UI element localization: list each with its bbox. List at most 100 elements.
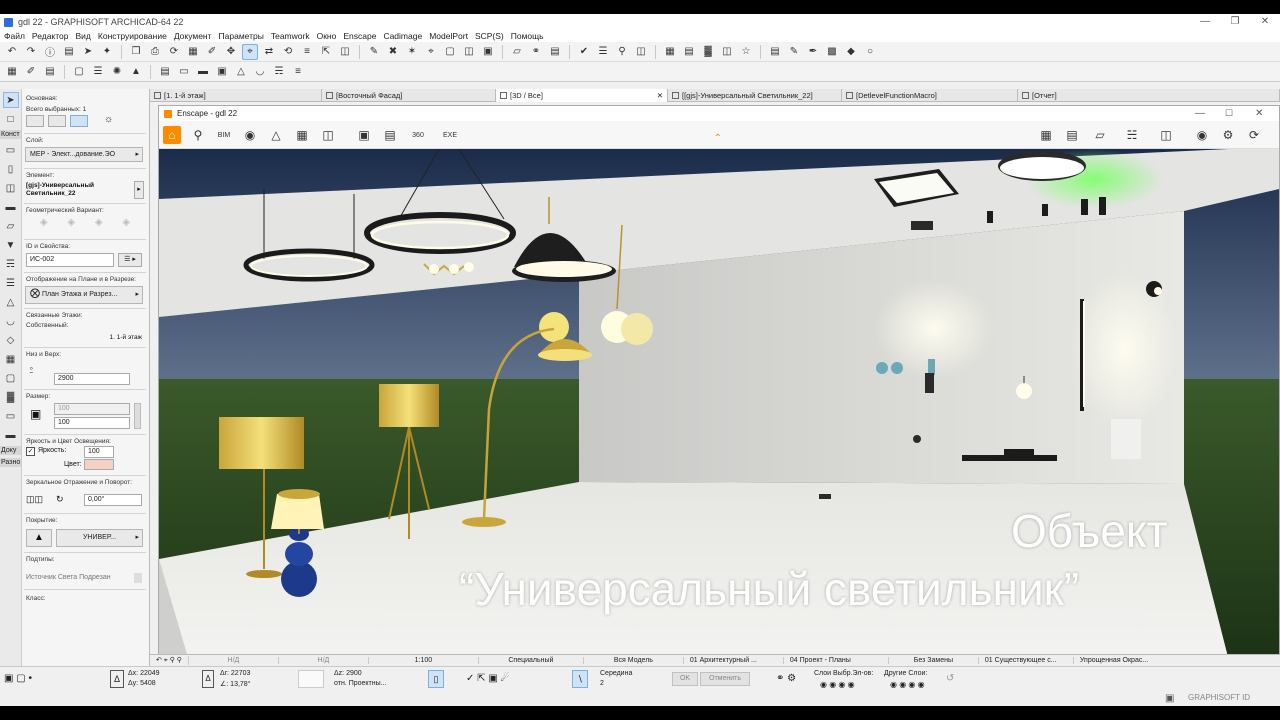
guide-lines-icon[interactable]: ▯	[428, 670, 444, 688]
coord-mode-icon[interactable]: Δ	[110, 670, 124, 688]
toolbox-section-misc[interactable]: Разно	[0, 458, 21, 467]
subtype-button[interactable]	[134, 573, 142, 583]
shell-icon[interactable]: ◡	[3, 313, 19, 329]
diamond-icon[interactable]: ◆	[843, 44, 859, 60]
restore-icon[interactable]: ❐	[1220, 14, 1250, 30]
layer-dropdown[interactable]: MEP - Элект...дование.ЭО	[25, 147, 143, 162]
offset-icon[interactable]: ◫	[337, 44, 353, 60]
select-all-icon[interactable]	[26, 115, 44, 127]
layer-lock-icons[interactable]: ◉ ◉ ◉ ◉	[820, 680, 855, 689]
object-tool-icon[interactable]: ▬	[3, 199, 19, 215]
redo-icon[interactable]: ↷	[23, 44, 39, 60]
stair-icon[interactable]: ☴	[3, 256, 19, 272]
sync-icon[interactable]: ⟳	[1245, 126, 1263, 144]
snap-options-icons[interactable]: ✓ ⇱ ▣ ☄	[466, 673, 510, 684]
panorama-icon[interactable]: 360	[409, 126, 427, 144]
ok-button[interactable]: OK	[672, 672, 698, 686]
arrow-tool-icon[interactable]: ➤	[2, 92, 19, 108]
window-tool-icon[interactable]: ◫	[3, 180, 19, 196]
column-tool-icon[interactable]: ▭	[176, 64, 192, 80]
menu-item[interactable]: ModelPort	[429, 31, 468, 41]
mirror-icon[interactable]: ◫◫	[26, 494, 43, 505]
rotation-field[interactable]: 0,00°	[84, 494, 142, 506]
snap-mode-icon[interactable]: ∖	[572, 670, 588, 688]
star-icon[interactable]: ☆	[738, 44, 754, 60]
refresh-icon[interactable]: ⟳	[166, 44, 182, 60]
marker-icon[interactable]: ✔	[576, 44, 592, 60]
object-icon[interactable]: ◫	[719, 44, 735, 60]
orbit-icon[interactable]: ⚭	[528, 44, 544, 60]
batch-render-icon[interactable]: ▤	[381, 126, 399, 144]
chart-icon[interactable]: ▩	[824, 44, 840, 60]
sun-icon[interactable]: ☼	[104, 115, 122, 127]
map-icon[interactable]: ▦	[1037, 126, 1055, 144]
model-view-options[interactable]: 04 Проект - Планы	[784, 657, 889, 664]
trace-icon[interactable]: ▲	[128, 64, 144, 80]
toolbox-section-document[interactable]: Доку	[0, 446, 21, 455]
menu-item[interactable]: Параметры	[219, 31, 264, 41]
select-mode-icon[interactable]	[70, 115, 88, 127]
buildings-icon[interactable]: ▦	[293, 126, 311, 144]
move-icon[interactable]: ✥	[223, 44, 239, 60]
graphisoft-id[interactable]: GRAPHISOFT ID	[1188, 693, 1250, 702]
morph-icon[interactable]: ▢	[3, 370, 19, 386]
bottombar-value-2[interactable]: Н/Д	[279, 657, 369, 664]
schedule-icon[interactable]: ☰	[90, 64, 106, 80]
eye-icon[interactable]: ◉	[1193, 126, 1211, 144]
cube-view-icon[interactable]: ▱	[1091, 126, 1109, 144]
book-icon[interactable]: ▤	[767, 44, 783, 60]
pen-icon[interactable]: ✒	[805, 44, 821, 60]
bim-icon[interactable]: BIM	[215, 126, 233, 144]
rotate-icon[interactable]: ⟲	[280, 44, 296, 60]
layer-icon[interactable]: ▤	[61, 44, 77, 60]
drawing-guide-icon[interactable]	[298, 670, 324, 688]
light-color-swatch[interactable]	[84, 459, 114, 470]
roof-icon[interactable]: △	[3, 294, 19, 310]
layers-icon[interactable]: ☰	[595, 44, 611, 60]
wall-icon[interactable]: ▭	[3, 142, 19, 158]
geometry-variant-4-icon[interactable]: ◈	[122, 217, 130, 233]
cover-dropdown[interactable]: УНИВЕР...	[56, 529, 143, 547]
structure-display[interactable]: Вся Модель	[584, 657, 684, 664]
menu-item[interactable]: Помощь	[511, 31, 544, 41]
snap-icon[interactable]: ⌖	[242, 43, 258, 60]
door-icon[interactable]: ▯	[3, 161, 19, 177]
view-tab[interactable]: [Восточный Фасад]	[322, 89, 496, 102]
view-tab[interactable]: [[gjs]-Универсальный Светильник_22]	[668, 89, 842, 102]
view-tab[interactable]: [Отчет]	[1018, 89, 1280, 102]
quick-options-icon[interactable]: ▣	[1165, 693, 1174, 704]
size-a-field[interactable]: 100	[54, 403, 130, 415]
grid-snap-icon[interactable]: ▣ ▢ •	[4, 673, 32, 684]
film-icon[interactable]: ▤	[1063, 126, 1081, 144]
beam-tool-icon[interactable]: ▬	[195, 64, 211, 80]
info-icon[interactable]: ⓘ	[42, 44, 58, 60]
cube-icon[interactable]: ▱	[509, 44, 525, 60]
beam-icon[interactable]: ▬	[3, 427, 19, 443]
view-tab[interactable]: [DetlevelFunctionMacro]	[842, 89, 1018, 102]
display-dropdown[interactable]: План Этажа и Разрез...	[25, 286, 143, 304]
pen-set-icon[interactable]: ✐	[23, 64, 39, 80]
pointer-icon[interactable]: ➤	[80, 44, 96, 60]
minimize-icon[interactable]: —	[1190, 14, 1220, 30]
geometry-variant-2-icon[interactable]: ◈	[67, 217, 75, 233]
railing-icon[interactable]: ☰	[3, 275, 19, 291]
pen-set[interactable]: 01 Архитектурный ...	[684, 657, 784, 664]
cover-icon[interactable]: ▲	[26, 529, 52, 547]
enscape-minimize-icon[interactable]: —	[1195, 106, 1205, 121]
slab-tool-icon[interactable]: ▣	[214, 64, 230, 80]
menu-item[interactable]: SCP(S)	[475, 31, 504, 41]
magic-wand-icon[interactable]: ✦	[99, 44, 115, 60]
settings-gear-icon[interactable]: ⚙	[1219, 126, 1237, 144]
select-next-icon[interactable]	[48, 115, 66, 127]
snap-divisions[interactable]: 2	[600, 680, 604, 687]
wall-tool-icon[interactable]: ▤	[157, 64, 173, 80]
renovation-filter[interactable]: 01 Существующее с...	[979, 657, 1074, 664]
section-icon[interactable]: ◫	[461, 44, 477, 60]
table-icon[interactable]: ▦	[662, 44, 678, 60]
frame-icon[interactable]: ▣	[480, 44, 496, 60]
views-icon[interactable]: ▤	[547, 44, 563, 60]
fill-icon[interactable]: ▦	[4, 64, 20, 80]
enscape-maximize-icon[interactable]: ☐	[1225, 106, 1233, 121]
menu-item[interactable]: Файл	[4, 31, 25, 41]
reference-level[interactable]: отн. Проектны...	[334, 680, 387, 687]
